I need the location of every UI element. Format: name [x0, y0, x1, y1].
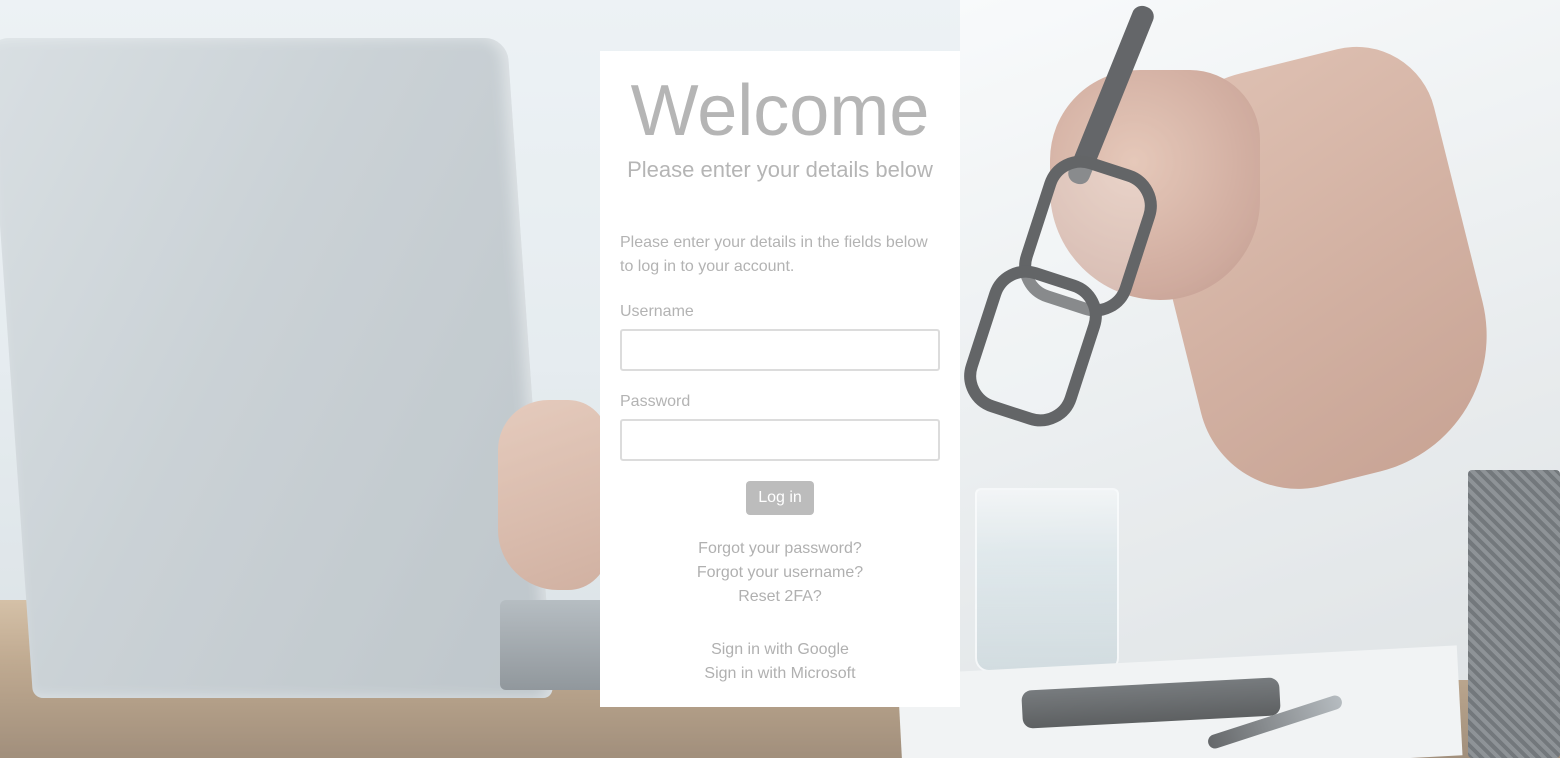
- page-title: Welcome: [630, 71, 930, 151]
- username-input[interactable]: [620, 329, 940, 371]
- reset-2fa-link[interactable]: Reset 2FA?: [620, 585, 940, 609]
- sign-in-google-link[interactable]: Sign in with Google: [620, 638, 940, 662]
- password-label: Password: [620, 393, 691, 410]
- login-button-container: Log in: [620, 481, 940, 515]
- login-button[interactable]: Log in: [746, 481, 814, 515]
- forgot-username-link[interactable]: Forgot your username?: [620, 561, 940, 585]
- login-card: Welcome Please enter your details below …: [600, 51, 960, 707]
- login-instructions: Please enter your details in the fields …: [620, 234, 928, 275]
- account-recovery-links: Forgot your password? Forgot your userna…: [620, 537, 940, 609]
- page-subtitle: Please enter your details below: [627, 157, 933, 182]
- login-page: Welcome Please enter your details below …: [0, 0, 1560, 758]
- sso-links: Sign in with Google Sign in with Microso…: [620, 638, 940, 686]
- username-label: Username: [620, 303, 694, 320]
- sign-in-microsoft-link[interactable]: Sign in with Microsoft: [620, 662, 940, 686]
- forgot-password-link[interactable]: Forgot your password?: [620, 537, 940, 561]
- password-input[interactable]: [620, 419, 940, 461]
